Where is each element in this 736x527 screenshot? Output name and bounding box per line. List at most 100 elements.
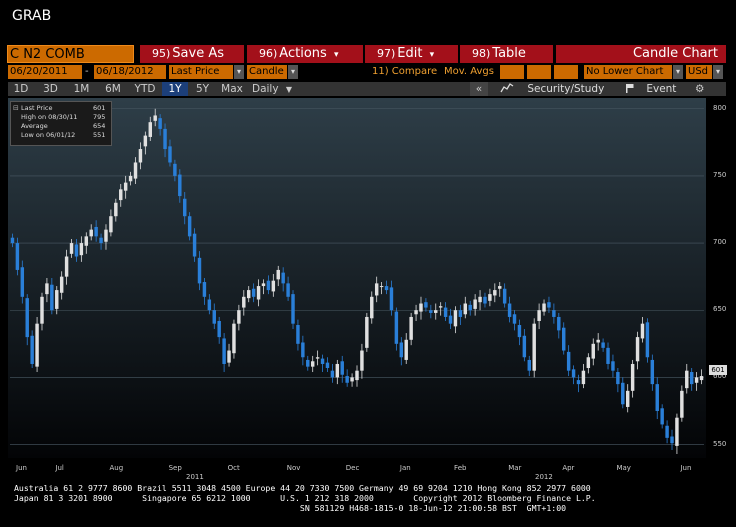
security-study-button[interactable]: Security/Study xyxy=(500,82,610,96)
x-tick-label: Feb xyxy=(454,464,467,472)
footer-line-2: Japan 81 3 3201 8900 Singapore 65 6212 1… xyxy=(14,493,596,503)
y-tick-label: 750 xyxy=(713,170,727,179)
candle xyxy=(40,296,44,324)
price-field-select[interactable]: Last Price xyxy=(169,65,233,79)
candle xyxy=(414,310,418,315)
candle xyxy=(680,390,684,418)
candle xyxy=(109,216,113,233)
candle xyxy=(606,347,610,364)
mov-avg-input-2[interactable] xyxy=(527,65,551,79)
range-6m[interactable]: 6M xyxy=(98,82,128,96)
candle xyxy=(30,335,34,364)
chevron-down-icon[interactable]: ▾ xyxy=(713,65,723,79)
candle xyxy=(306,359,310,367)
candle xyxy=(301,342,305,358)
candle xyxy=(15,243,20,270)
candle xyxy=(69,243,74,254)
chevron-down-icon: ▾ xyxy=(429,50,435,60)
candle xyxy=(370,296,374,319)
y-tick-label: 550 xyxy=(713,439,727,448)
minimize-icon[interactable]: ⊟ xyxy=(13,104,19,112)
candle xyxy=(315,357,320,359)
candle xyxy=(630,363,635,391)
range-1d[interactable]: 1D xyxy=(8,82,34,96)
range-max[interactable]: Max xyxy=(217,82,247,96)
chevron-down-icon[interactable]: ▾ xyxy=(234,65,244,79)
x-tick-label: Jul xyxy=(55,464,64,472)
legend-last-price: Last Price xyxy=(21,104,52,112)
candle xyxy=(586,357,591,368)
table-label: Table xyxy=(492,46,526,61)
candle xyxy=(99,237,103,244)
candle xyxy=(183,198,187,217)
candle xyxy=(429,310,433,313)
candle xyxy=(94,226,98,237)
mov-avg-input-3[interactable] xyxy=(554,65,578,79)
edit-menu-button[interactable]: 97) Edit ▾ xyxy=(365,45,458,63)
candle xyxy=(478,296,482,303)
range-5y[interactable]: 5Y xyxy=(190,82,215,96)
x-tick-label: Nov xyxy=(286,464,301,472)
candle xyxy=(685,370,689,389)
candle xyxy=(596,339,600,343)
mov-avgs-button[interactable]: Mov. Avgs xyxy=(444,65,494,79)
legend-value: 654 xyxy=(93,122,106,130)
range-ytd[interactable]: YTD xyxy=(130,82,160,96)
candle xyxy=(566,351,571,371)
candle xyxy=(616,372,620,385)
candle xyxy=(84,236,89,246)
compare-button[interactable]: 11) Compare xyxy=(372,65,437,79)
ticker-field[interactable]: C N2 COMB Comdty xyxy=(7,45,134,80)
x-tick-label: Dec xyxy=(345,464,360,472)
x-tick-label: Apr xyxy=(562,464,575,472)
candle xyxy=(246,290,251,299)
range-3d[interactable]: 3D xyxy=(36,82,65,96)
candle xyxy=(453,310,458,327)
flag-icon xyxy=(626,84,634,93)
lower-chart-select[interactable]: No Lower Chart xyxy=(584,65,672,79)
candle xyxy=(542,303,546,312)
candle xyxy=(399,342,404,358)
currency-select[interactable]: USd xyxy=(686,65,712,79)
candle xyxy=(266,280,271,291)
table-button[interactable]: 98) Table xyxy=(460,45,553,63)
candle xyxy=(178,174,182,197)
collapse-icon[interactable]: « xyxy=(470,82,488,96)
candle xyxy=(360,350,364,371)
y-tick-label: 700 xyxy=(713,238,727,247)
range-1y[interactable]: 1Y xyxy=(162,82,188,96)
candle xyxy=(143,135,148,147)
actions-menu-button[interactable]: 96) Actions ▾ xyxy=(247,45,363,63)
event-label: Event xyxy=(646,83,677,95)
candle xyxy=(168,146,172,163)
range-1m[interactable]: 1M xyxy=(67,82,96,96)
candle xyxy=(232,323,236,354)
x-year-label: 2012 xyxy=(535,473,553,481)
end-date-input[interactable]: 06/18/2012 xyxy=(94,65,166,79)
mov-avg-input-1[interactable] xyxy=(500,65,524,79)
candle xyxy=(448,315,453,324)
chevron-down-icon[interactable]: ▾ xyxy=(288,65,298,79)
candle xyxy=(557,316,561,331)
candle xyxy=(419,303,423,312)
candle xyxy=(281,272,285,284)
last-price-marker: 601 xyxy=(709,365,727,375)
footer-line-3: SN 581129 H468-1815-0 18-Jun-12 21:00:58… xyxy=(14,503,567,513)
start-date-input[interactable]: 06/20/2011 xyxy=(8,65,82,79)
x-tick-label: Jun xyxy=(16,464,27,472)
save-as-button[interactable]: 95) Save As xyxy=(140,45,244,63)
gear-icon[interactable]: ⚙ xyxy=(695,82,709,96)
candle xyxy=(379,286,384,288)
candle xyxy=(517,325,522,338)
edit-label: Edit xyxy=(397,46,423,61)
x-tick-label: Sep xyxy=(168,464,182,472)
candle xyxy=(325,362,330,368)
frequency-select[interactable]: Daily ▼ xyxy=(252,82,298,96)
x-year-label: 2011 xyxy=(186,473,204,481)
candle xyxy=(340,361,344,375)
chart-style-select[interactable]: Candle xyxy=(247,65,287,79)
chevron-down-icon[interactable]: ▾ xyxy=(673,65,683,79)
event-button[interactable]: Event xyxy=(625,82,685,96)
candle xyxy=(488,294,492,301)
candle xyxy=(242,296,246,308)
